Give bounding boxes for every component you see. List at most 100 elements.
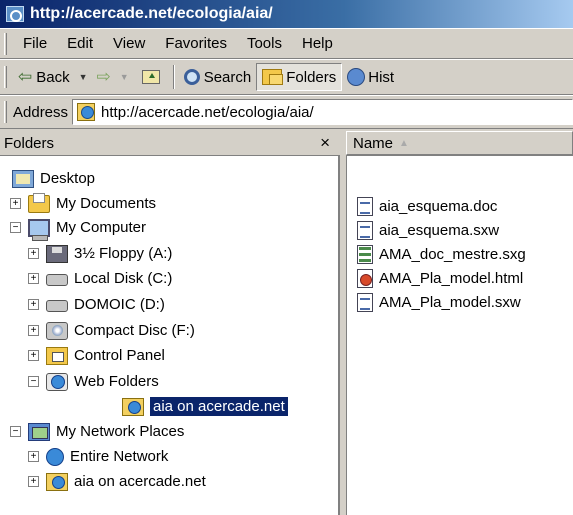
expand-toggle[interactable]: + xyxy=(28,248,39,259)
list-item[interactable]: aia_esquema.doc xyxy=(357,194,497,218)
web-folder-icon xyxy=(77,103,96,121)
document-icon xyxy=(357,292,373,312)
list-item[interactable]: AMA_Pla_model.html xyxy=(357,266,523,290)
expand-toggle[interactable]: + xyxy=(28,273,39,284)
tree-item-label: My Documents xyxy=(56,195,157,212)
collapse-toggle[interactable]: − xyxy=(28,376,39,387)
menu-favorites[interactable]: Favorites xyxy=(155,35,237,52)
tree-item-label: Entire Network xyxy=(70,448,169,465)
document-icon xyxy=(357,220,373,240)
control-panel-icon xyxy=(46,346,68,365)
floppy-drive-icon xyxy=(46,244,68,263)
tree-item-local-disk-c[interactable]: Local Disk (C:) xyxy=(46,266,172,291)
forward-button[interactable]: ⇨ xyxy=(92,63,116,91)
menu-help[interactable]: Help xyxy=(292,35,343,52)
address-bar: Address http://acercade.net/ecologia/aia… xyxy=(0,95,573,129)
cd-drive-icon xyxy=(46,321,68,340)
search-icon xyxy=(183,69,200,85)
expand-toggle[interactable]: + xyxy=(10,198,21,209)
menu-view[interactable]: View xyxy=(103,35,155,52)
toolbar-grip[interactable] xyxy=(4,66,7,88)
address-label: Address xyxy=(13,103,69,121)
close-folders-pane-icon[interactable]: × xyxy=(320,133,330,153)
tree-item-label: My Computer xyxy=(56,219,147,236)
tree-item-desktop[interactable]: Desktop xyxy=(12,166,95,191)
folders-icon xyxy=(262,69,284,85)
tree-item-web-folders[interactable]: Web Folders xyxy=(46,369,159,394)
history-button[interactable]: Hist xyxy=(342,63,399,91)
html-file-icon xyxy=(357,268,373,288)
tree-item-aia-network-place[interactable]: aia on acercade.net xyxy=(46,469,206,494)
collapse-toggle[interactable]: − xyxy=(10,222,21,233)
standard-toolbar: ⇦ Back ▼ ⇨ ▼ Search Folders Hist xyxy=(0,59,573,95)
back-arrow-icon: ⇦ xyxy=(18,67,33,86)
back-label: Back xyxy=(36,68,70,86)
tree-item-entire-network[interactable]: Entire Network xyxy=(46,444,168,469)
expand-toggle[interactable]: + xyxy=(28,451,39,462)
menu-bar-grip[interactable] xyxy=(4,32,7,55)
search-button[interactable]: Search xyxy=(179,63,257,91)
entire-network-icon xyxy=(46,447,64,466)
tree-item-label: Control Panel xyxy=(74,347,165,364)
address-bar-grip[interactable] xyxy=(4,101,7,123)
file-name: aia_esquema.doc xyxy=(379,197,498,215)
list-item[interactable]: AMA_doc_mestre.sxg xyxy=(357,242,526,266)
back-dropdown-icon[interactable]: ▼ xyxy=(79,72,88,82)
tree-item-my-documents[interactable]: My Documents xyxy=(28,191,156,216)
folders-pane-header: Folders × xyxy=(0,131,340,155)
file-list-header: Name ▲ xyxy=(346,131,573,155)
tree-item-domoic-d[interactable]: DOMOIC (D:) xyxy=(46,292,165,317)
menu-file[interactable]: File xyxy=(13,35,57,52)
expand-toggle[interactable]: + xyxy=(28,299,39,310)
tree-item-aia-web-folder[interactable]: aia on acercade.net xyxy=(122,394,289,419)
up-folder-icon xyxy=(141,70,160,84)
my-computer-icon xyxy=(28,218,50,241)
file-name: AMA_Pla_model.html xyxy=(379,269,524,287)
tree-item-my-network-places[interactable]: My Network Places xyxy=(28,419,184,444)
tree-item-label: My Network Places xyxy=(56,423,185,440)
name-column-header[interactable]: Name ▲ xyxy=(346,131,573,155)
tree-item-compact-disc-f[interactable]: Compact Disc (F:) xyxy=(46,318,195,343)
my-documents-icon xyxy=(28,192,50,213)
file-list-pane: aia_esquema.doc aia_esquema.sxw AMA_doc_… xyxy=(346,155,573,515)
web-folder-icon xyxy=(46,472,68,491)
expand-toggle[interactable]: + xyxy=(28,350,39,361)
folders-tree-pane: Desktop + My Documents − My Computer + 3… xyxy=(0,155,340,515)
folders-label: Folders xyxy=(286,68,337,86)
file-name: AMA_Pla_model.sxw xyxy=(379,293,521,311)
tree-item-label: aia on acercade.net xyxy=(74,473,206,490)
tree-item-control-panel[interactable]: Control Panel xyxy=(46,343,165,368)
back-button[interactable]: ⇦ Back xyxy=(13,63,75,91)
window-title-bar[interactable]: http://acercade.net/ecologia/aia/ xyxy=(0,0,573,28)
sort-ascending-icon: ▲ xyxy=(399,137,409,149)
up-button[interactable] xyxy=(133,63,169,91)
forward-dropdown-icon[interactable]: ▼ xyxy=(120,72,129,82)
forward-arrow-icon: ⇨ xyxy=(96,67,111,86)
web-folder-icon xyxy=(122,397,144,416)
menu-tools[interactable]: Tools xyxy=(237,35,292,52)
tree-item-label: DOMOIC (D:) xyxy=(74,296,165,313)
hard-disk-icon xyxy=(46,300,68,312)
toolbar-separator xyxy=(172,65,175,89)
expand-toggle[interactable]: + xyxy=(28,325,39,336)
expand-toggle[interactable]: + xyxy=(28,476,39,487)
address-value: http://acercade.net/ecologia/aia/ xyxy=(101,103,314,121)
list-item[interactable]: aia_esquema.sxw xyxy=(357,218,499,242)
window-title: http://acercade.net/ecologia/aia/ xyxy=(30,5,273,22)
tree-item-my-computer[interactable]: My Computer xyxy=(28,215,147,241)
document-icon xyxy=(357,196,373,216)
menu-edit[interactable]: Edit xyxy=(57,35,103,52)
list-item[interactable]: AMA_Pla_model.sxw xyxy=(357,290,521,314)
file-name: aia_esquema.sxw xyxy=(379,221,500,239)
hard-disk-icon xyxy=(46,274,68,286)
desktop-icon xyxy=(12,169,34,188)
address-field[interactable]: http://acercade.net/ecologia/aia/ xyxy=(72,99,573,125)
tree-item-floppy[interactable]: 3½ Floppy (A:) xyxy=(46,241,172,266)
history-icon xyxy=(347,68,366,86)
tree-item-label: Web Folders xyxy=(74,373,159,390)
folders-button[interactable]: Folders xyxy=(256,63,343,91)
tree-item-label: Desktop xyxy=(40,170,96,187)
explorer-window-icon xyxy=(6,6,24,22)
collapse-toggle[interactable]: − xyxy=(10,426,21,437)
name-column-label: Name xyxy=(353,134,394,152)
